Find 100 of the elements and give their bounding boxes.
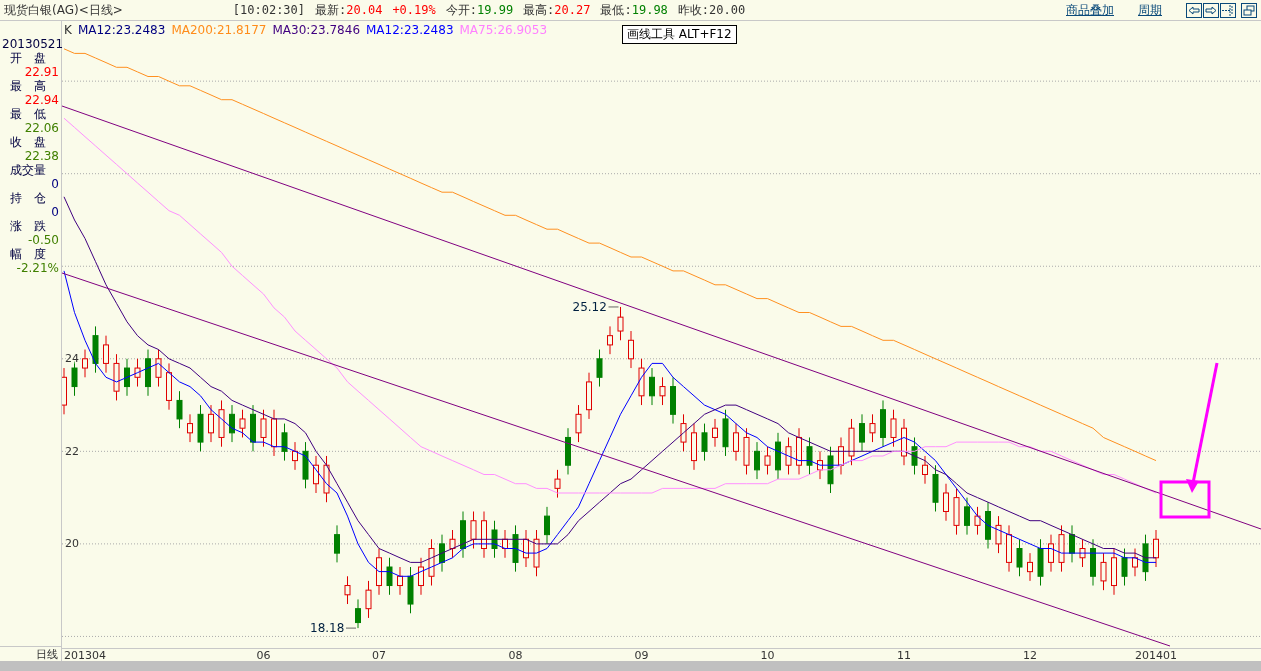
info-label: 持 仓 (9, 191, 47, 205)
date-axis-label: 08 (508, 649, 523, 662)
candlestick (596, 349, 603, 388)
date-axis-label: 09 (634, 649, 649, 662)
date-axis-label: 12 (1023, 649, 1037, 662)
high-price-label: 25.12 (572, 299, 607, 314)
candlestick (1016, 538, 1023, 577)
info-label: 收 盘 (9, 135, 47, 149)
candlestick (869, 413, 876, 443)
candlestick (838, 436, 844, 475)
quote-value: 最高:20.27 (523, 1, 591, 19)
candlestick (334, 524, 340, 563)
restore-window-icon[interactable] (1241, 2, 1257, 18)
quote-time: [10:02:30] (232, 3, 306, 17)
candlestick (890, 409, 897, 448)
candlestick (439, 534, 445, 573)
candlestick (785, 436, 792, 475)
candlestick (1048, 534, 1054, 573)
candlestick (470, 510, 477, 550)
candlestick (103, 335, 109, 374)
price-axis-label: 20 (65, 537, 79, 551)
info-value: 0 (50, 205, 60, 219)
candlestick (554, 469, 561, 499)
info-date: 20130521 (1, 37, 61, 51)
candlestick (995, 515, 1002, 554)
leader-line (608, 306, 619, 308)
candlestick (1027, 552, 1033, 582)
legend-item: MA12:23.2483 (366, 23, 454, 37)
candlestick (659, 376, 666, 406)
info-value: -2.21% (15, 261, 60, 275)
info-value: 22.06 (23, 121, 60, 135)
candlestick (397, 566, 403, 596)
price-axis-label: 24 (65, 352, 79, 366)
legend-item: MA12:23.2483 (77, 23, 166, 37)
tooltip: 画线工具 ALT+F12 (622, 25, 737, 44)
candlestick (418, 557, 424, 596)
chart-type-label: K (64, 23, 72, 37)
candlestick (1121, 548, 1128, 587)
date-axis-label: 07 (372, 649, 386, 662)
chart-title: 现货白银(AG)<日线> (4, 1, 123, 19)
candlestick (1100, 552, 1107, 591)
candlestick (449, 529, 456, 559)
legend-item: MA75:26.9053 (459, 23, 547, 37)
candlestick (806, 436, 813, 475)
legend-item: MA30:23.7846 (272, 23, 360, 37)
candlestick (229, 404, 235, 443)
date-axis-label: 06 (256, 649, 271, 662)
candlestick (155, 349, 162, 388)
candlestick (1153, 529, 1159, 568)
candlestick (964, 497, 970, 536)
toolbar-link[interactable]: 商品叠加 (1066, 1, 1114, 19)
candlestick (386, 557, 393, 596)
candlestick (733, 423, 739, 462)
info-label: 成交量 (9, 163, 47, 177)
candlestick (649, 367, 655, 406)
highlight-rectangle (1159, 480, 1211, 519)
info-value: 22.38 (23, 149, 60, 163)
candlestick (764, 446, 771, 475)
candlestick (712, 418, 718, 448)
info-value: -0.50 (26, 233, 60, 247)
price-axis-label: 22 (65, 444, 79, 458)
date-axis-label: 10 (760, 649, 775, 662)
toolbar-link[interactable]: 周期 (1138, 1, 1162, 19)
candlestick (922, 455, 928, 485)
info-label: 最 高 (9, 79, 47, 93)
low-price-label: 18.18 (310, 621, 345, 636)
candlestick (124, 358, 130, 397)
candlestick (491, 520, 498, 559)
candlestick (260, 409, 267, 448)
candlestick (292, 441, 298, 471)
info-value: 22.91 (23, 65, 60, 79)
quote-value: +0.19% (392, 3, 436, 17)
leader-line (345, 627, 357, 629)
candlestick (1132, 548, 1138, 577)
info-label: 最 低 (9, 107, 47, 121)
candlestick (187, 413, 193, 443)
candlestick (943, 483, 949, 522)
candlestick (628, 330, 634, 369)
candlestick (974, 506, 981, 536)
candlestick (82, 349, 88, 378)
candlestick (701, 423, 708, 462)
candlestick (365, 580, 372, 619)
info-value: 22.94 (23, 93, 60, 107)
info-label: 开 盘 (9, 51, 47, 65)
candlestick (176, 390, 183, 429)
candlestick (754, 441, 760, 480)
quote-value: 今开:19.99 (445, 1, 514, 19)
candlestick (355, 598, 361, 629)
panel-layout-icon[interactable] (1220, 2, 1236, 18)
candlestick (680, 413, 687, 452)
candlestick (239, 409, 246, 438)
candlestick (134, 358, 141, 388)
info-label: 涨 跌 (9, 219, 47, 233)
date-axis-label: 201401 (1135, 649, 1177, 662)
candlestick (544, 506, 550, 545)
info-value: 0 (50, 177, 60, 191)
date-axis-label: 201304 (64, 649, 106, 662)
quote-value: 最新:20.04 (315, 1, 383, 19)
candlestick (617, 306, 624, 341)
legend-item: MA200:21.8177 (171, 23, 267, 37)
